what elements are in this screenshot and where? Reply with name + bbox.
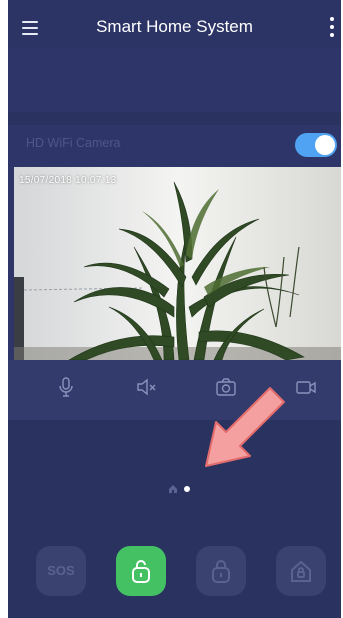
app-screen: Smart Home System HD WiFi Camera 15/07/2…	[8, 0, 341, 618]
unlock-button[interactable]	[116, 546, 166, 596]
lock-button[interactable]	[196, 546, 246, 596]
camera-card: HD WiFi Camera 15/07/2018 10:07:13	[8, 125, 341, 420]
video-timestamp: 15/07/2018 10:07:13	[19, 175, 117, 186]
action-bar: SOS	[8, 538, 341, 618]
pointer-arrow-icon	[205, 387, 285, 467]
header-band	[8, 48, 341, 112]
toggle-knob	[315, 135, 335, 155]
toolbar: Smart Home System	[8, 8, 341, 48]
more-options-icon[interactable]	[325, 16, 339, 40]
camera-toggle[interactable]	[295, 133, 337, 157]
plant-scene-image	[14, 167, 341, 360]
active-page-dot[interactable]	[184, 486, 190, 492]
camera-label: HD WiFi Camera	[26, 136, 121, 150]
home-lock-icon	[291, 560, 311, 582]
sos-label: SOS	[47, 563, 75, 578]
mute-icon[interactable]	[134, 375, 158, 399]
home-mode-button[interactable]	[276, 546, 326, 596]
home-page-dot-icon[interactable]	[168, 484, 178, 494]
camera-video-feed[interactable]: 15/07/2018 10:07:13	[14, 167, 341, 360]
microphone-icon[interactable]	[54, 375, 78, 399]
page-indicator	[168, 484, 198, 494]
unlock-icon	[132, 560, 150, 583]
hamburger-menu-icon[interactable]	[20, 18, 42, 38]
page-title: Smart Home System	[96, 17, 253, 36]
status-strip	[8, 0, 341, 8]
sos-button[interactable]: SOS	[36, 546, 86, 596]
lock-icon	[212, 560, 230, 583]
camera-controls-bar	[8, 360, 341, 420]
record-icon[interactable]	[294, 375, 318, 399]
